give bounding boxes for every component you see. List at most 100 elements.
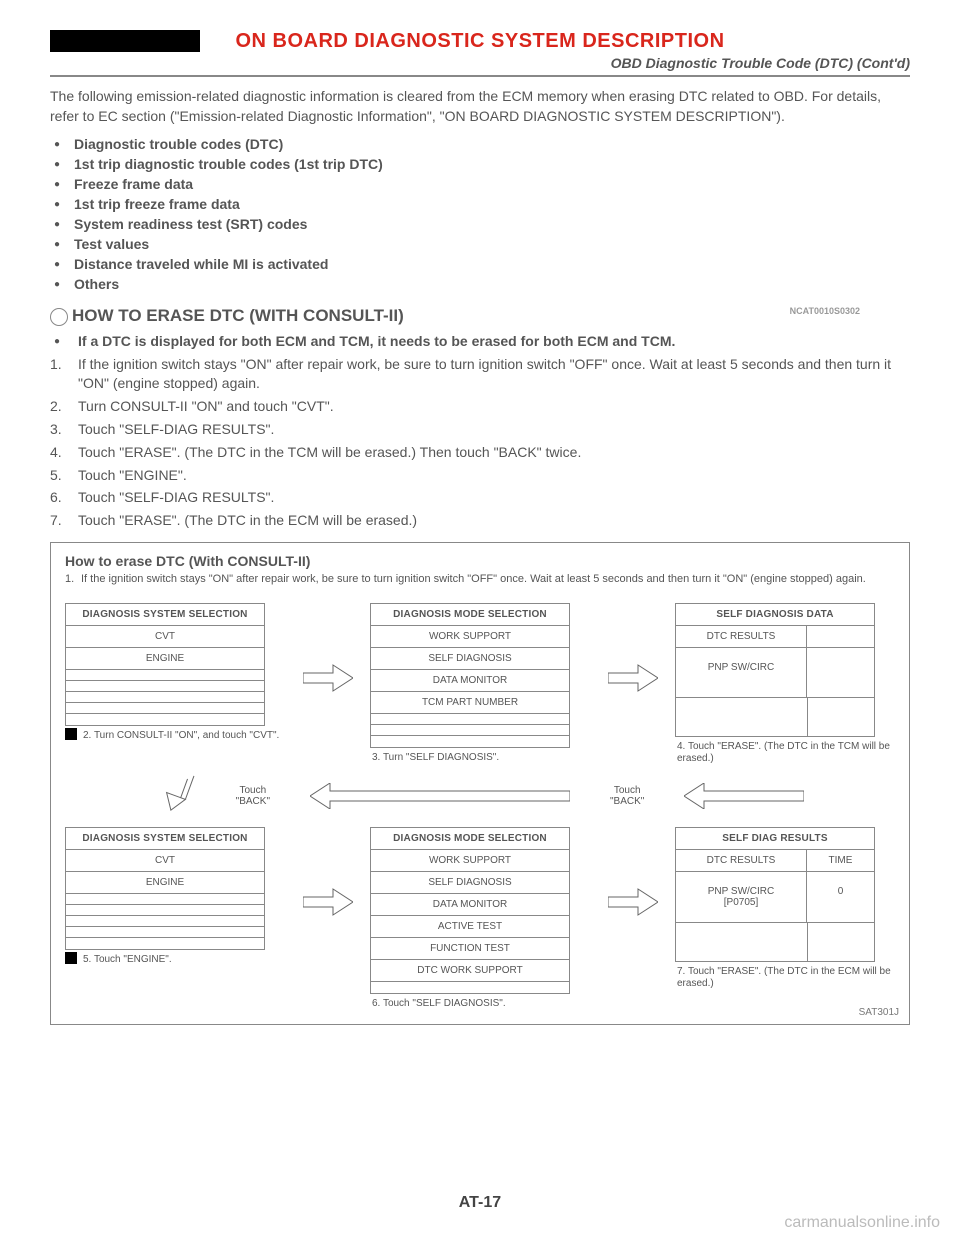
- arrow-left-long-icon: [310, 783, 570, 809]
- panel-header: DIAGNOSIS SYSTEM SELECTION: [66, 828, 264, 850]
- panel-caption: 7. Touch "ERASE". (The DTC in the ECM wi…: [675, 962, 895, 990]
- panel-body: PNP SW/CIRC: [676, 648, 807, 698]
- panel-caption: 4. Touch "ERASE". (The DTC in the TCM wi…: [675, 737, 895, 765]
- panel-header: DIAGNOSIS MODE SELECTION: [371, 604, 569, 626]
- panel-header: DIAGNOSIS SYSTEM SELECTION: [66, 604, 264, 626]
- back-label: Touch "BACK": [610, 785, 644, 807]
- panel-caption: 2. Turn CONSULT-II "ON", and touch "CVT"…: [65, 726, 285, 742]
- panel-row: FUNCTION TEST: [371, 938, 569, 960]
- step-item: Touch "ERASE". (The DTC in the TCM will …: [50, 441, 910, 464]
- bullet-item: Others: [50, 274, 910, 294]
- diagram-col: SELF DIAG RESULTS DTC RESULTS TIME PNP S…: [675, 827, 895, 990]
- diagram-col: DIAGNOSIS MODE SELECTION WORK SUPPORT SE…: [370, 603, 590, 764]
- bullet-item: Diagnostic trouble codes (DTC): [50, 134, 910, 154]
- step-text: If a DTC is displayed for both ECM and T…: [78, 333, 675, 349]
- panel-subheader: DTC RESULTS: [676, 850, 807, 872]
- bullet-item: Distance traveled while MI is activated: [50, 254, 910, 274]
- panel-row: ENGINE: [66, 872, 264, 894]
- bullet-item: 1st trip freeze frame data: [50, 194, 910, 214]
- screen-panel: DIAGNOSIS SYSTEM SELECTION CVT ENGINE: [65, 827, 265, 950]
- step-item: Touch "ENGINE".: [50, 464, 910, 487]
- panel-header: SELF DIAG RESULTS: [676, 828, 874, 850]
- bullet-item: Freeze frame data: [50, 174, 910, 194]
- panel-row: [66, 938, 264, 949]
- panel-row: [66, 703, 264, 714]
- back-arrow-row: Touch "BACK" Touch "BACK": [65, 771, 895, 821]
- arrow-down-left-icon: [156, 771, 196, 821]
- diagram-row-2: DIAGNOSIS SYSTEM SELECTION CVT ENGINE 5.…: [65, 827, 895, 1010]
- watermark: carmanualsonline.info: [784, 1214, 940, 1232]
- arrow-right-icon: [603, 827, 663, 917]
- screen-panel: DIAGNOSIS MODE SELECTION WORK SUPPORT SE…: [370, 827, 570, 994]
- diagram-col: DIAGNOSIS SYSTEM SELECTION CVT ENGINE 2.…: [65, 603, 285, 742]
- panel-row: [66, 916, 264, 927]
- bullet-list: Diagnostic trouble codes (DTC) 1st trip …: [50, 134, 910, 294]
- step-item: If a DTC is displayed for both ECM and T…: [50, 330, 910, 353]
- step-item: Touch "ERASE". (The DTC in the ECM will …: [50, 509, 910, 532]
- screen-panel-results: SELF DIAG RESULTS DTC RESULTS TIME PNP S…: [675, 827, 875, 962]
- panel-row: [66, 681, 264, 692]
- panel-row: [371, 714, 569, 725]
- diagram-container: How to erase DTC (With CONSULT-II) If th…: [50, 542, 910, 1025]
- panel-row: [371, 982, 569, 993]
- panel-row: SELF DIAGNOSIS: [371, 648, 569, 670]
- panel-row: SELF DIAGNOSIS: [371, 872, 569, 894]
- panel-row: ENGINE: [66, 648, 264, 670]
- page-number: AT-17: [0, 1194, 960, 1212]
- panel-body: [807, 648, 874, 698]
- panel-row: DTC WORK SUPPORT: [371, 960, 569, 982]
- step-item: If the ignition switch stays "ON" after …: [50, 353, 910, 395]
- panel-body: PNP SW/CIRC [P0705]: [676, 872, 807, 923]
- panel-row: DATA MONITOR: [371, 670, 569, 692]
- reference-code: NCAT0010S0302: [790, 306, 860, 316]
- panel-body: 0: [807, 872, 874, 923]
- panel-row: [66, 692, 264, 703]
- panel-subheader: DTC RESULTS: [676, 626, 807, 648]
- diagram-row-1: DIAGNOSIS SYSTEM SELECTION CVT ENGINE 2.…: [65, 603, 895, 765]
- bullet-item: Test values: [50, 234, 910, 254]
- step-item: Touch "SELF-DIAG RESULTS".: [50, 418, 910, 441]
- panel-row: CVT: [66, 850, 264, 872]
- screen-panel-results: SELF DIAGNOSIS DATA DTC RESULTS PNP SW/C…: [675, 603, 875, 737]
- step-item: Touch "SELF-DIAG RESULTS".: [50, 486, 910, 509]
- diagram-step1: If the ignition switch stays "ON" after …: [65, 569, 895, 597]
- diagram-col: SELF DIAGNOSIS DATA DTC RESULTS PNP SW/C…: [675, 603, 895, 765]
- bullet-item: 1st trip diagnostic trouble codes (1st t…: [50, 154, 910, 174]
- bullet-item: System readiness test (SRT) codes: [50, 214, 910, 234]
- panel-row: [66, 905, 264, 916]
- panel-row: CVT: [66, 626, 264, 648]
- section-heading-text: HOW TO ERASE DTC (WITH CONSULT-II): [72, 306, 404, 325]
- panel-row: [66, 670, 264, 681]
- arrow-left-icon: [684, 783, 804, 809]
- screen-panel: DIAGNOSIS MODE SELECTION WORK SUPPORT SE…: [370, 603, 570, 748]
- arrow-right-icon: [298, 603, 358, 693]
- panel-caption: 5. Touch "ENGINE".: [65, 950, 285, 966]
- arrow-right-icon: [298, 827, 358, 917]
- step-item: Turn CONSULT-II "ON" and touch "CVT".: [50, 395, 910, 418]
- steps-list: If a DTC is displayed for both ECM and T…: [50, 330, 910, 532]
- diagram-col: DIAGNOSIS SYSTEM SELECTION CVT ENGINE 5.…: [65, 827, 285, 966]
- panel-header: DIAGNOSIS MODE SELECTION: [371, 828, 569, 850]
- intro-paragraph: The following emission-related diagnosti…: [50, 87, 910, 126]
- panel-caption: 6. Touch "SELF DIAGNOSIS".: [370, 994, 590, 1010]
- page-header-subtitle: OBD Diagnostic Trouble Code (DTC) (Cont'…: [50, 55, 910, 71]
- panel-row: WORK SUPPORT: [371, 850, 569, 872]
- panel-header: SELF DIAGNOSIS DATA: [676, 604, 874, 626]
- section-heading: HOW TO ERASE DTC (WITH CONSULT-II) NCAT0…: [50, 306, 910, 326]
- diagram-col: DIAGNOSIS MODE SELECTION WORK SUPPORT SE…: [370, 827, 590, 1010]
- diagram-title: How to erase DTC (With CONSULT-II): [65, 553, 895, 569]
- arrow-right-icon: [603, 603, 663, 693]
- redaction-box: [50, 30, 200, 52]
- panel-subheader: [807, 626, 874, 648]
- back-label: Touch "BACK": [236, 785, 270, 807]
- panel-subheader: TIME: [807, 850, 874, 872]
- panel-row: [371, 725, 569, 736]
- panel-row: [371, 736, 569, 747]
- diagram-reference: SAT301J: [859, 1007, 899, 1018]
- panel-row: ACTIVE TEST: [371, 916, 569, 938]
- panel-row: [66, 894, 264, 905]
- panel-row: TCM PART NUMBER: [371, 692, 569, 714]
- panel-row: [66, 927, 264, 938]
- panel-row: WORK SUPPORT: [371, 626, 569, 648]
- panel-row: DATA MONITOR: [371, 894, 569, 916]
